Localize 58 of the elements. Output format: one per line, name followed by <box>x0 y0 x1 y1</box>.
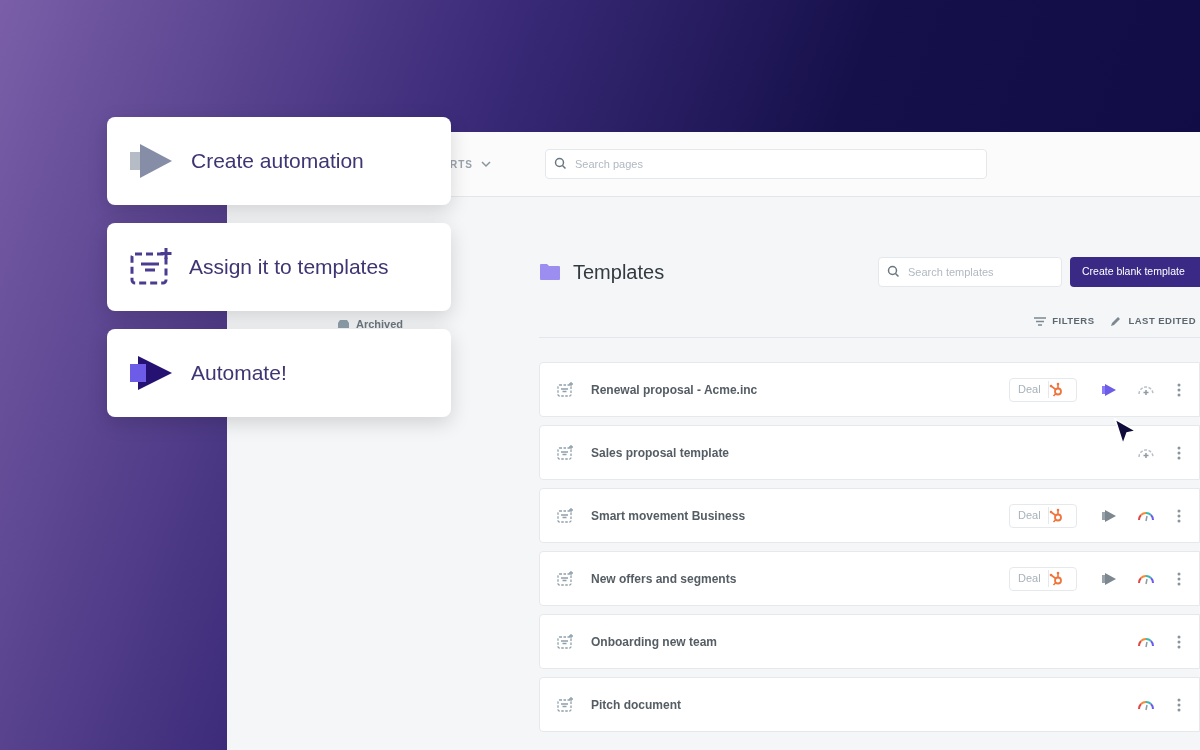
template-row[interactable]: Pitch document <box>539 677 1200 732</box>
search-field[interactable]: Search pages <box>545 149 987 179</box>
gauge-icon[interactable] <box>1137 698 1155 711</box>
gauge-icon[interactable] <box>1137 509 1155 522</box>
filters-button[interactable]: FILTERS <box>1034 313 1095 329</box>
template-name: Renewal proposal - Acme.inc <box>591 381 758 399</box>
template-icon <box>557 634 574 649</box>
create-button[interactable]: Create blank template <box>1070 257 1200 287</box>
template-row[interactable]: Renewal proposal - Acme.inc Deal <box>539 362 1200 417</box>
search-field[interactable]: Search templates <box>878 257 1062 287</box>
template-icon <box>557 697 574 712</box>
play-icon[interactable] <box>1101 572 1117 585</box>
sidebar-item[interactable]: Archived <box>356 316 404 333</box>
folder-icon <box>539 263 561 281</box>
more-icon[interactable] <box>1177 634 1181 649</box>
pencil-icon <box>1110 315 1123 327</box>
hub-icon <box>1048 508 1064 523</box>
more-icon[interactable] <box>1177 445 1181 460</box>
template-name: Onboarding new team <box>591 633 717 651</box>
step-label: Create automation <box>191 148 364 175</box>
play-icon <box>130 144 174 178</box>
play-icon[interactable] <box>1101 383 1117 396</box>
more-icon[interactable] <box>1177 571 1181 586</box>
template-row[interactable]: New offers and segments Deal <box>539 551 1200 606</box>
template-name: New offers and segments <box>591 570 737 588</box>
template-row[interactable]: Smart movement Business Deal <box>539 488 1200 543</box>
gauge-plus-icon[interactable] <box>1137 383 1155 396</box>
filter-icon <box>1034 316 1047 326</box>
template-row[interactable]: Sales proposal template <box>539 425 1200 480</box>
play-icon[interactable] <box>1101 509 1117 522</box>
search-icon <box>887 265 900 278</box>
template-row[interactable]: Onboarding new team <box>539 614 1200 669</box>
template-icon <box>557 445 574 460</box>
gauge-icon[interactable] <box>1137 572 1155 585</box>
step-label: Assign it to templates <box>189 254 389 281</box>
more-icon[interactable] <box>1177 508 1181 523</box>
more-icon[interactable] <box>1177 697 1181 712</box>
template-icon <box>130 248 172 286</box>
page-title: Templates <box>573 260 665 285</box>
template-icon <box>557 382 574 397</box>
hub-icon <box>1048 571 1064 586</box>
deal-tag: Deal <box>1009 566 1077 591</box>
template-icon <box>557 508 574 523</box>
template-name: Smart movement Business <box>591 507 746 525</box>
sort-button[interactable]: LAST EDITED <box>1110 313 1196 329</box>
deal-tag: Deal <box>1009 503 1077 528</box>
chevron-down-icon <box>481 160 491 168</box>
more-icon[interactable] <box>1177 382 1181 397</box>
template-name: Pitch document <box>591 696 681 714</box>
play-icon <box>130 356 174 390</box>
search-icon <box>554 157 567 170</box>
template-icon <box>557 571 574 586</box>
gauge-icon[interactable] <box>1137 635 1155 648</box>
step-label: Automate! <box>191 360 287 387</box>
template-name: Sales proposal template <box>591 444 730 462</box>
gauge-plus-icon[interactable] <box>1137 446 1155 459</box>
hub-icon <box>1048 382 1064 397</box>
deal-tag: Deal <box>1009 377 1077 402</box>
